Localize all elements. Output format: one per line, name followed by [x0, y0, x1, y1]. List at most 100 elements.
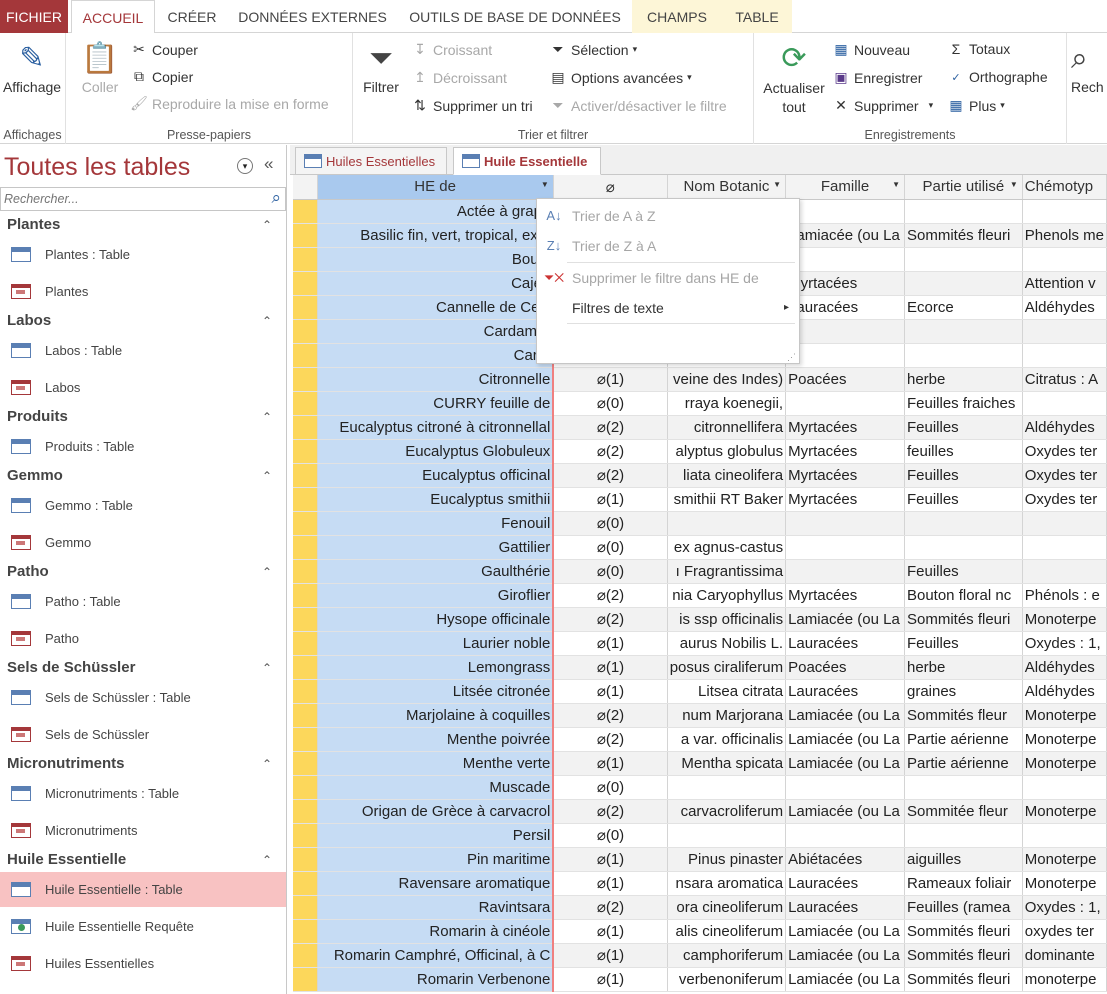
cell-attachment[interactable]: ⌀(2) — [553, 607, 668, 632]
cell-partie[interactable]: Sommités fleuri — [904, 967, 1023, 992]
cell-famille[interactable]: Abiétacées — [785, 847, 905, 872]
cell-partie[interactable]: Feuilles — [904, 463, 1023, 488]
decroissant-button[interactable]: ↥ Décroissant — [411, 69, 507, 86]
filter-dropdown-icon[interactable]: ▼ — [541, 180, 549, 189]
cell-attachment[interactable]: ⌀(1) — [553, 967, 668, 992]
nav-group-micronutriments[interactable]: Micronutriments ⌃ — [0, 752, 286, 776]
table-row[interactable]: Eucalyptus officinal ⌀(2) liata cineolifer… — [293, 463, 1107, 488]
nav-item-labos-form[interactable]: Labos — [0, 370, 286, 405]
cell-famille[interactable] — [785, 823, 905, 848]
cell-famille[interactable]: Lamiacée (ou La — [785, 967, 905, 992]
nav-item-patho-form[interactable]: Patho — [0, 621, 286, 656]
record-selector[interactable] — [293, 895, 318, 920]
record-selector[interactable] — [293, 559, 318, 584]
cell-he-de[interactable]: CURRY feuille de — [317, 391, 555, 416]
copier-button[interactable]: ⧉ Copier — [130, 68, 193, 85]
table-row[interactable]: Litsée citronée ⌀(1) Litsea citrata Lauracé… — [293, 679, 1107, 704]
supprimer-tri-button[interactable]: ⇅ Supprimer un tri — [411, 97, 532, 114]
record-selector[interactable] — [293, 823, 318, 848]
column-header-partie[interactable]: Partie utilisé ▼ — [904, 175, 1023, 200]
record-selector[interactable] — [293, 199, 318, 224]
cell-partie[interactable]: Feuilles — [904, 415, 1023, 440]
cell-he-de[interactable]: Ravintsara — [317, 895, 555, 920]
nav-item-produits-table[interactable]: Produits : Table — [0, 429, 286, 464]
search-icon[interactable]: ⌕ — [271, 188, 281, 208]
cell-famille[interactable]: Myrtacées — [785, 583, 905, 608]
collapse-nav-icon[interactable]: « — [264, 154, 273, 174]
cell-famille[interactable]: Myrtacées — [785, 487, 905, 512]
record-selector[interactable] — [293, 511, 318, 536]
cell-partie[interactable]: Sommités fleuri — [904, 607, 1023, 632]
record-selector[interactable] — [293, 247, 318, 272]
cell-famille[interactable]: Poacées — [785, 655, 905, 680]
cell-chemotype[interactable]: Monoterpe — [1022, 703, 1107, 728]
cell-partie[interactable]: Sommités fleuri — [904, 943, 1023, 968]
cell-attachment[interactable]: ⌀(1) — [553, 871, 668, 896]
cell-attachment[interactable]: ⌀(2) — [553, 727, 668, 752]
reproduire-button[interactable]: 🖌 Reproduire la mise en forme — [130, 95, 329, 112]
nav-item-huile-requete[interactable]: Huile Essentielle Requête — [0, 909, 286, 944]
table-row[interactable]: Romarin Verbenone ⌀(1) verbenoniferum Lamia… — [293, 967, 1107, 992]
cell-famille[interactable]: Myrtacées — [785, 415, 905, 440]
nav-group-plantes[interactable]: Plantes ⌃ — [0, 213, 286, 237]
table-row[interactable]: Laurier noble ⌀(1) aurus Nobilis L. Lauracé… — [293, 631, 1107, 656]
cell-attachment[interactable]: ⌀(1) — [553, 631, 668, 656]
table-row[interactable]: Persil ⌀(0) — [293, 823, 1107, 848]
cell-nom-botanique[interactable]: Pinus pinaster — [667, 847, 787, 872]
record-selector[interactable] — [293, 655, 318, 680]
cell-chemotype[interactable]: Monoterpe — [1022, 847, 1107, 872]
table-row[interactable]: Lemongrass ⌀(1) posus ciraliferum Poacées he… — [293, 655, 1107, 680]
table-row[interactable]: Muscade ⌀(0) — [293, 775, 1107, 800]
cell-attachment[interactable]: ⌀(1) — [553, 367, 668, 392]
cell-nom-botanique[interactable]: ora cineoliferum — [667, 895, 787, 920]
table-row[interactable]: Citronnelle ⌀(1) veine des Indes) Poacées he… — [293, 367, 1107, 392]
cell-chemotype[interactable] — [1022, 535, 1107, 560]
table-row[interactable]: Marjolaine à coquilles ⌀(2) num Marjorana L… — [293, 703, 1107, 728]
record-selector[interactable] — [293, 943, 318, 968]
cell-nom-botanique[interactable]: citronnellifera — [667, 415, 787, 440]
nav-item-plantes-form[interactable]: Plantes — [0, 274, 286, 309]
record-selector[interactable] — [293, 343, 318, 368]
nav-item-schussler-table[interactable]: Sels de Schüssler : Table — [0, 680, 286, 715]
cell-he-de[interactable]: Romarin Camphré, Officinal, à C — [317, 943, 555, 968]
cell-chemotype[interactable]: Aldéhydes — [1022, 655, 1107, 680]
cell-chemotype[interactable]: Oxydes : 1, — [1022, 631, 1107, 656]
cell-he-de[interactable]: Hysope officinale — [317, 607, 555, 632]
record-selector[interactable] — [293, 775, 318, 800]
cell-chemotype[interactable]: dominante — [1022, 943, 1107, 968]
cell-he-de[interactable]: Lemongrass — [317, 655, 555, 680]
nav-item-labos-table[interactable]: Labos : Table — [0, 333, 286, 368]
cell-famille[interactable]: Lauracées — [785, 631, 905, 656]
cell-partie[interactable]: Sommités fleur — [904, 703, 1023, 728]
cell-famille[interactable]: Lamiacée (ou La — [785, 607, 905, 632]
table-row[interactable]: Romarin à cinéole ⌀(1) alis cineoliferum La… — [293, 919, 1107, 944]
croissant-button[interactable]: ↧ Croissant — [411, 41, 492, 58]
cell-nom-botanique[interactable]: smithii RT Baker — [667, 487, 787, 512]
cell-partie[interactable]: Ecorce — [904, 295, 1023, 320]
cell-partie[interactable]: Sommitée fleur — [904, 799, 1023, 824]
nav-search-input[interactable] — [1, 188, 256, 210]
column-header-chemotype[interactable]: Chémotyp — [1022, 175, 1107, 200]
cell-attachment[interactable]: ⌀(1) — [553, 847, 668, 872]
cell-he-de[interactable]: Citronnelle — [317, 367, 555, 392]
table-row[interactable]: Hysope officinale ⌀(2) is ssp officinalis L… — [293, 607, 1107, 632]
tab-accueil[interactable]: ACCUEIL — [71, 0, 155, 34]
cell-partie[interactable]: Feuilles (ramea — [904, 895, 1023, 920]
cell-attachment[interactable]: ⌀(2) — [553, 895, 668, 920]
cell-attachment[interactable]: ⌀(0) — [553, 391, 668, 416]
cell-famille[interactable] — [785, 535, 905, 560]
nav-item-gemmo-form[interactable]: Gemmo — [0, 525, 286, 560]
select-all-corner[interactable] — [293, 175, 318, 200]
record-selector[interactable] — [293, 751, 318, 776]
cell-nom-botanique[interactable]: nia Caryophyllus — [667, 583, 787, 608]
cell-he-de[interactable]: Eucalyptus officinal — [317, 463, 555, 488]
nouveau-button[interactable]: ▦ Nouveau — [832, 41, 910, 58]
resize-grip-icon[interactable]: ⋰ — [787, 352, 796, 363]
cell-famille[interactable]: Lauracées — [785, 295, 905, 320]
cell-famille[interactable] — [785, 343, 905, 368]
cell-chemotype[interactable]: Aldéhydes — [1022, 679, 1107, 704]
cell-attachment[interactable]: ⌀(0) — [553, 775, 668, 800]
cell-attachment[interactable]: ⌀(2) — [553, 415, 668, 440]
cell-nom-botanique[interactable]: posus ciraliferum — [667, 655, 787, 680]
cell-famille[interactable]: Myrtacées — [785, 463, 905, 488]
